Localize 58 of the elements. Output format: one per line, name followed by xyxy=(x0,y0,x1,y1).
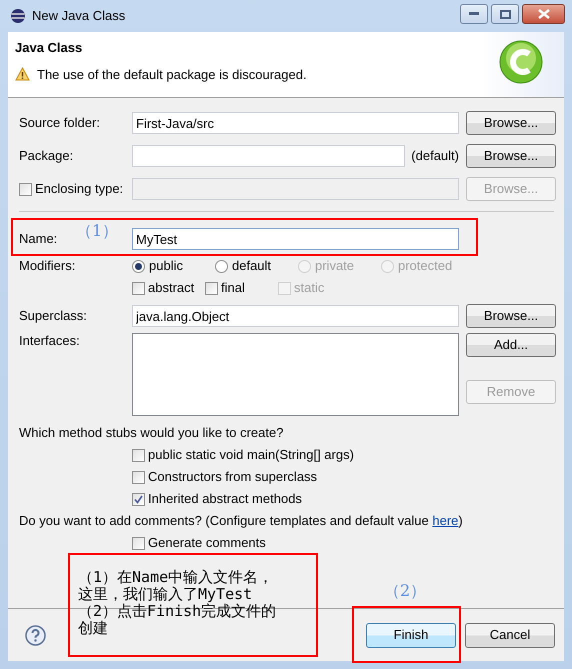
step-marker: （1） xyxy=(76,220,118,242)
window-title: New Java Class xyxy=(32,7,126,26)
text-field[interactable]: First-Java/src xyxy=(132,112,459,134)
step-marker: （2） xyxy=(384,580,426,602)
page-title: Java Class xyxy=(15,39,84,57)
warning-icon xyxy=(15,67,30,82)
field-label: Enclosing type: xyxy=(35,180,124,198)
cancel-button[interactable]: Cancel xyxy=(465,622,555,648)
field-label: Interfaces: xyxy=(19,333,80,348)
field-label: Package: xyxy=(19,148,74,164)
maximize-button[interactable] xyxy=(491,4,519,24)
class-logo-icon xyxy=(499,40,543,84)
minimize-icon xyxy=(469,12,479,16)
maximize-icon xyxy=(500,10,510,18)
field-label: Source folder: xyxy=(19,115,100,130)
radio-button[interactable] xyxy=(132,260,145,272)
checkbox[interactable] xyxy=(205,282,218,294)
text-field[interactable] xyxy=(132,145,405,167)
app-icon xyxy=(10,8,26,24)
field-label: Modifiers: xyxy=(19,258,76,274)
checkbox-label: Inherited abstract methods xyxy=(148,490,302,508)
text-field[interactable]: java.lang.Object xyxy=(132,305,459,327)
checkbox-label: Constructors from superclass xyxy=(148,468,318,486)
suffix-label: (default) xyxy=(410,147,459,166)
browse-button[interactable]: Browse... xyxy=(466,304,556,328)
radio-button[interactable] xyxy=(215,260,228,272)
interfaces-list[interactable] xyxy=(132,333,459,416)
checkbox-label: static xyxy=(294,279,324,298)
checkbox-label: final xyxy=(221,279,245,298)
checkbox[interactable] xyxy=(132,282,145,294)
checkbox[interactable] xyxy=(132,536,145,550)
checkbox-label: public static void main(String[] args) xyxy=(148,446,354,464)
warning-message: The use of the default package is discouraged. xyxy=(37,66,307,84)
add-button[interactable]: Add... xyxy=(466,333,556,357)
checkbox[interactable] xyxy=(132,448,145,462)
checkbox[interactable] xyxy=(132,470,145,484)
checkbox-label: abstract xyxy=(148,279,194,298)
radio-label: public xyxy=(149,257,183,276)
checkbox[interactable] xyxy=(132,492,145,506)
here-link[interactable]: here xyxy=(432,511,458,531)
checkbox[interactable] xyxy=(19,182,32,196)
field-label: Superclass: xyxy=(19,308,87,324)
annotation-note: （1）在Name中输入文件名， 这里，我们输入了MyTest （2）点击Finish完成文件的 创建 xyxy=(68,553,318,657)
browse-button[interactable]: Browse... xyxy=(466,111,556,135)
browse-button[interactable]: Browse... xyxy=(466,144,556,168)
checkbox-label: Generate comments xyxy=(148,534,266,552)
question-text: Which method stubs would you like to create? xyxy=(19,424,284,442)
close-button[interactable] xyxy=(522,4,565,24)
name-field[interactable]: MyTest xyxy=(132,228,459,250)
radio-label: default xyxy=(232,257,272,276)
field-label: Name: xyxy=(19,231,58,246)
radio-label: protected xyxy=(398,257,452,276)
minimize-button[interactable] xyxy=(460,4,488,24)
help-icon[interactable] xyxy=(25,624,46,646)
close-icon xyxy=(538,9,550,19)
radio-label: private xyxy=(315,257,354,276)
question-text: Do you want to add comments? (Configure templates and default value here) xyxy=(19,510,554,532)
finish-button[interactable]: Finish xyxy=(366,622,456,648)
